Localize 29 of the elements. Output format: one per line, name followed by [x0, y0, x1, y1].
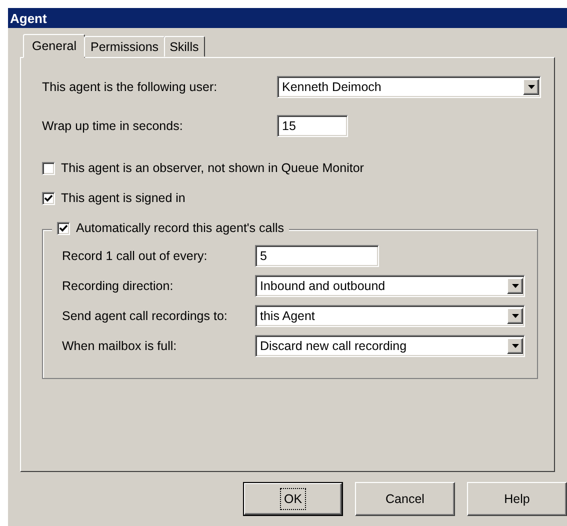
input-field[interactable]: 15	[277, 115, 348, 137]
input-field[interactable]: 5	[255, 245, 379, 267]
dropdown-arrow-icon	[528, 85, 534, 89]
dropdown-arrow-icon	[512, 344, 518, 348]
dropdown[interactable]: Discard new call recording	[255, 335, 525, 357]
tab[interactable]: Skills	[164, 36, 205, 57]
checkbox-label: Automatically record this agent's calls	[76, 221, 284, 235]
dialog-button[interactable]: Cancel	[355, 482, 455, 516]
dropdown-arrow-icon	[512, 284, 518, 288]
dialog-button[interactable]: OK	[244, 483, 342, 515]
dropdown[interactable]: Kenneth Deimoch	[277, 76, 541, 98]
field-label: Record 1 call out of every:	[62, 249, 208, 263]
checkbox-label: This agent is signed in	[61, 191, 186, 205]
dropdown[interactable]: Inbound and outbound	[255, 275, 525, 297]
checkbox[interactable]	[42, 162, 55, 174]
dropdown[interactable]: this Agent	[255, 305, 525, 327]
checkbox[interactable]	[57, 222, 70, 234]
window-title: Agent	[8, 8, 567, 28]
tab[interactable]: General	[23, 34, 86, 58]
checkbox-label: This agent is an observer, not shown in Queue Monitor	[61, 161, 364, 175]
field-label: Recording direction:	[62, 279, 174, 293]
dialog-button[interactable]: Help	[467, 482, 567, 516]
tab[interactable]: Permissions	[84, 36, 165, 57]
field-label: Wrap up time in seconds:	[42, 119, 184, 133]
dropdown-arrow-icon	[512, 314, 518, 318]
field-label: When mailbox is full:	[62, 339, 178, 353]
checkbox[interactable]	[42, 192, 55, 204]
field-label: Send agent call recordings to:	[62, 309, 228, 323]
field-label: This agent is the following user:	[42, 80, 218, 94]
